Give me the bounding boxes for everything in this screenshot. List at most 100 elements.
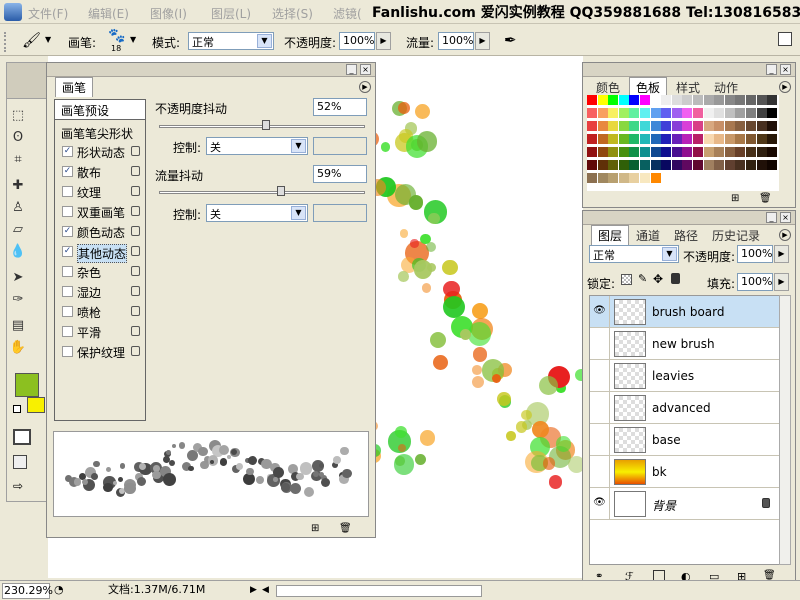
color-swatch[interactable]: [629, 108, 640, 118]
color-swatch[interactable]: [693, 95, 703, 105]
brush-tip-shape-item[interactable]: 画笔笔尖形状: [55, 124, 145, 142]
new-brush-icon[interactable]: ⊞: [311, 523, 319, 534]
color-swatch[interactable]: [682, 134, 693, 144]
lock-icon[interactable]: [131, 166, 140, 176]
color-swatch[interactable]: [661, 95, 672, 105]
color-swatch[interactable]: [693, 108, 703, 118]
flow-slider-arrow-icon[interactable]: ▶: [475, 32, 490, 50]
menu-file[interactable]: 文件(F): [28, 5, 68, 22]
color-swatch[interactable]: [735, 95, 746, 105]
lock-icon[interactable]: [131, 286, 140, 296]
visibility-eye-icon[interactable]: [590, 360, 610, 391]
color-swatch[interactable]: [597, 108, 608, 118]
lock-transparency-icon[interactable]: [621, 274, 632, 285]
color-swatch[interactable]: [640, 121, 650, 131]
eraser-tool-icon[interactable]: ▱: [9, 221, 27, 239]
tab-brushes[interactable]: 画笔: [55, 77, 94, 97]
color-swatch[interactable]: [756, 134, 767, 144]
layer-row[interactable]: advanced: [590, 392, 780, 424]
path-selection-tool-icon[interactable]: ➤: [9, 269, 27, 287]
color-swatch[interactable]: [703, 108, 714, 118]
color-swatch[interactable]: [618, 108, 629, 118]
notes-tool-icon[interactable]: ▤: [9, 317, 27, 335]
pen-tool-icon[interactable]: ✑: [9, 291, 27, 309]
tab-layers[interactable]: 图层: [591, 225, 630, 245]
lock-image-icon[interactable]: ✎: [638, 272, 647, 285]
color-swatch[interactable]: [703, 147, 714, 157]
color-swatch[interactable]: [714, 147, 725, 157]
color-swatch[interactable]: [735, 147, 746, 157]
status-menu-arrow-icon[interactable]: ▶: [250, 583, 257, 599]
color-swatch[interactable]: [746, 108, 756, 118]
color-swatch[interactable]: [640, 134, 650, 144]
lock-icon[interactable]: [131, 226, 140, 236]
checkbox[interactable]: [62, 186, 73, 197]
panel-menu-icon[interactable]: ▶: [359, 81, 371, 93]
menu-select[interactable]: 选择(S): [272, 5, 313, 22]
color-swatch[interactable]: [671, 108, 682, 118]
minimize-icon[interactable]: _: [766, 64, 777, 75]
trash-icon[interactable]: 🗑: [759, 193, 772, 204]
brush-setting-item[interactable]: ✓ 形状动态: [55, 142, 145, 162]
panel-menu-icon[interactable]: ▶: [779, 81, 791, 93]
tab-paths[interactable]: 路径: [669, 226, 703, 245]
color-swatch[interactable]: [597, 160, 608, 170]
minimize-icon[interactable]: _: [766, 212, 777, 223]
zoom-level[interactable]: 230.29%: [2, 583, 53, 599]
flow-jitter-slider[interactable]: [159, 191, 365, 194]
layer-row[interactable]: 👁 brush board: [590, 296, 780, 328]
brush-setting-item[interactable]: ✓ 散布: [55, 162, 145, 182]
checkbox[interactable]: [62, 266, 73, 277]
jump-to-imageready-icon[interactable]: ⇨: [13, 479, 31, 493]
color-swatch[interactable]: [608, 160, 619, 170]
color-swatch[interactable]: [746, 160, 756, 170]
color-swatch[interactable]: [756, 95, 767, 105]
menu-image[interactable]: 图像(I): [150, 5, 187, 22]
color-swatch[interactable]: [587, 95, 597, 105]
marquee-tool-icon[interactable]: ⬚: [9, 107, 27, 125]
color-swatch[interactable]: [629, 147, 640, 157]
status-info-icon[interactable]: ◔: [54, 583, 68, 599]
color-swatch[interactable]: [661, 147, 672, 157]
checkbox[interactable]: [62, 206, 73, 217]
paw-brush-icon[interactable]: 🐾: [108, 28, 125, 44]
default-colors-icon[interactable]: [13, 405, 21, 413]
checkbox[interactable]: ✓: [62, 146, 73, 157]
color-swatch[interactable]: [735, 108, 746, 118]
color-swatch[interactable]: [671, 95, 682, 105]
visibility-eye-icon[interactable]: [590, 456, 610, 487]
menu-filter[interactable]: 滤镜(: [333, 5, 362, 22]
color-swatch[interactable]: [629, 134, 640, 144]
lock-icon[interactable]: [131, 246, 140, 256]
color-swatch[interactable]: [714, 108, 725, 118]
checkbox[interactable]: ✓: [62, 226, 73, 237]
checkbox[interactable]: ✓: [62, 166, 73, 177]
color-swatch[interactable]: [724, 147, 735, 157]
color-swatch[interactable]: [608, 173, 619, 183]
color-swatch[interactable]: [661, 173, 672, 183]
color-swatch[interactable]: [661, 160, 672, 170]
checkbox[interactable]: ✓: [62, 246, 73, 257]
color-swatch[interactable]: [671, 134, 682, 144]
color-swatch[interactable]: [767, 95, 778, 105]
color-swatch[interactable]: [746, 95, 756, 105]
color-swatch[interactable]: [767, 160, 778, 170]
color-swatch[interactable]: [661, 121, 672, 131]
flow-jitter-slider-thumb[interactable]: [276, 186, 285, 196]
color-swatch[interactable]: [650, 95, 661, 105]
color-swatch[interactable]: [640, 160, 650, 170]
crop-tool-icon[interactable]: ⌗: [9, 151, 27, 169]
hand-tool-icon[interactable]: ✋: [9, 339, 27, 357]
color-swatch[interactable]: [703, 134, 714, 144]
visibility-eye-icon[interactable]: 👁: [590, 296, 610, 327]
color-swatch[interactable]: [608, 147, 619, 157]
layers-scrollbar[interactable]: [779, 295, 791, 565]
screen-mode-icon[interactable]: [13, 455, 27, 469]
brush-setting-item[interactable]: 纹理: [55, 182, 145, 202]
color-swatch[interactable]: [735, 160, 746, 170]
color-swatch[interactable]: [640, 108, 650, 118]
lasso-tool-icon[interactable]: ʘ: [9, 129, 27, 147]
color-swatch[interactable]: [618, 121, 629, 131]
color-swatch[interactable]: [756, 108, 767, 118]
grip-handle[interactable]: [4, 32, 8, 52]
